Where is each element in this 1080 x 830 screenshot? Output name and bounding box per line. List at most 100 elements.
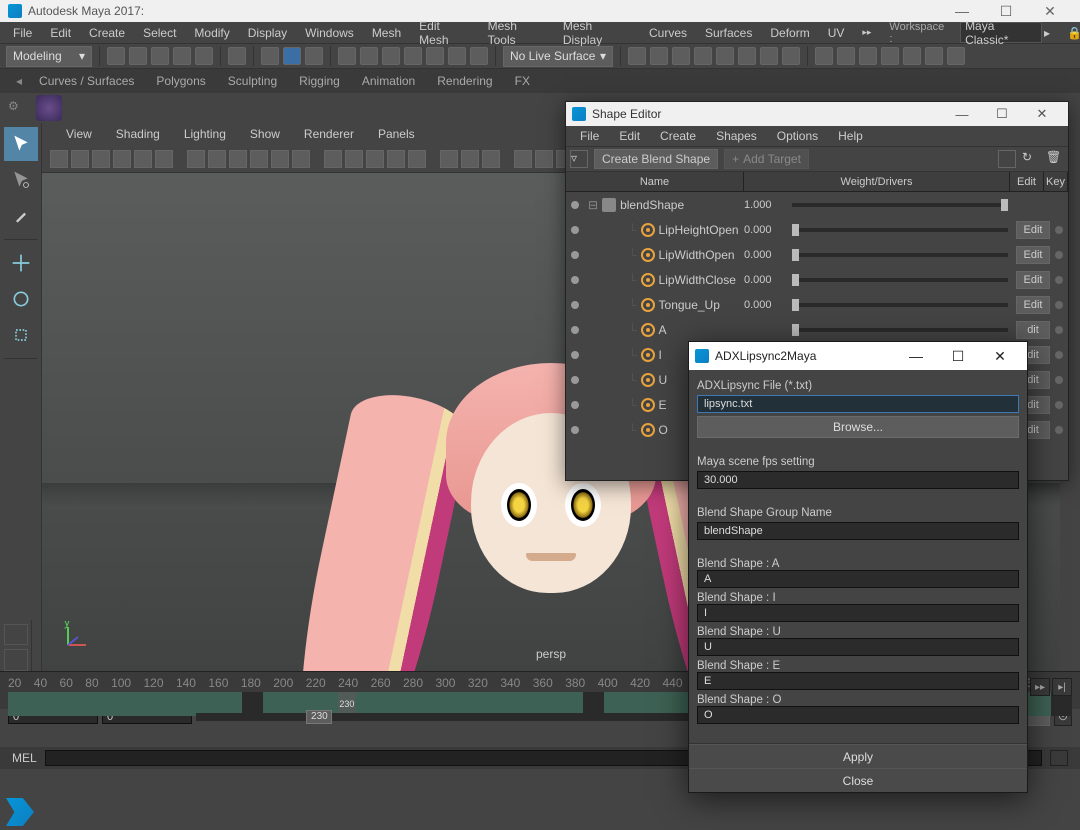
target-edit-button[interactable]: Edit — [1016, 296, 1050, 314]
shelf-tab-animation[interactable]: Animation — [351, 69, 426, 93]
key-icon[interactable] — [1055, 376, 1063, 384]
menu-mesh-tools[interactable]: Mesh Tools — [479, 22, 554, 43]
header-name[interactable]: Name — [566, 172, 744, 191]
blend-shape-root-row[interactable]: ⊟blendShape 1.000 — [566, 192, 1068, 217]
snap-live-button[interactable] — [448, 47, 466, 65]
se-menu-options[interactable]: Options — [767, 129, 828, 143]
adx-group-input[interactable]: blendShape — [697, 522, 1019, 540]
lock-icon[interactable]: 🔒 — [1058, 26, 1076, 40]
render-settings-button[interactable] — [694, 47, 712, 65]
vp-safe-action-button[interactable] — [292, 150, 310, 168]
hypershade-button[interactable] — [716, 47, 734, 65]
vp-grease-button[interactable] — [155, 150, 173, 168]
ipr-button[interactable] — [672, 47, 690, 65]
script-editor-button[interactable] — [1050, 750, 1068, 766]
render-layer-button[interactable] — [738, 47, 756, 65]
root-slider[interactable] — [792, 203, 1008, 207]
vp-smooth-shade-button[interactable] — [345, 150, 363, 168]
adx-file-input[interactable]: lipsync.txt — [697, 395, 1019, 413]
key-icon[interactable] — [1055, 426, 1063, 434]
se-delete-button[interactable]: 🗑 — [1046, 150, 1064, 168]
menu-deform[interactable]: Deform — [761, 22, 818, 43]
menu-edit[interactable]: Edit — [41, 22, 80, 43]
target-edit-button[interactable]: Edit — [1016, 221, 1050, 239]
vp-menu-panels[interactable]: Panels — [366, 127, 427, 141]
vp-wireframe-button[interactable] — [324, 150, 342, 168]
scale-tool[interactable] — [4, 318, 38, 352]
vp-select-camera-button[interactable] — [50, 150, 68, 168]
vp-xray-joints-button[interactable] — [482, 150, 500, 168]
target-slider[interactable] — [792, 253, 1008, 257]
menu-uv[interactable]: UV — [819, 22, 854, 43]
outliner-button[interactable] — [815, 47, 833, 65]
go-end-button[interactable]: ▸| — [1052, 678, 1072, 696]
content-browser-button[interactable] — [859, 47, 877, 65]
vp-menu-lighting[interactable]: Lighting — [172, 127, 238, 141]
adx-shape-input[interactable]: O — [697, 706, 1019, 724]
new-scene-button[interactable] — [107, 47, 125, 65]
move-tool[interactable] — [4, 246, 38, 280]
key-icon[interactable] — [1055, 226, 1063, 234]
select-edge-button[interactable] — [283, 47, 301, 65]
target-row[interactable]: └LipWidthClose 0.000 Edit — [566, 267, 1068, 292]
adx-apply-button[interactable]: Apply — [689, 744, 1027, 768]
attribute-editor-button[interactable] — [903, 47, 921, 65]
shelf-tab-sculpting[interactable]: Sculpting — [217, 69, 288, 93]
vp-textured-button[interactable] — [366, 150, 384, 168]
vp-grid-button[interactable] — [187, 150, 205, 168]
menu-file[interactable]: File — [4, 22, 41, 43]
target-value[interactable]: 0.000 — [744, 299, 792, 311]
menu-select[interactable]: Select — [134, 22, 185, 43]
shape-editor-titlebar[interactable]: Shape Editor — ☐ ✕ — [566, 102, 1068, 126]
key-icon[interactable] — [1055, 401, 1063, 409]
vp-menu-view[interactable]: View — [54, 127, 104, 141]
snap-view-button[interactable] — [426, 47, 444, 65]
vp-ao-button[interactable] — [514, 150, 532, 168]
menu-mesh[interactable]: Mesh — [363, 22, 410, 43]
se-refresh-button[interactable]: ↻ — [1022, 150, 1040, 168]
menu-create[interactable]: Create — [80, 22, 134, 43]
light-editor-button[interactable] — [760, 47, 778, 65]
maya-home-icon[interactable] — [6, 798, 34, 826]
tool-settings-button[interactable] — [925, 47, 943, 65]
vp-film-gate-button[interactable] — [208, 150, 226, 168]
layout-four-button[interactable] — [4, 649, 28, 670]
vp-isolate-button[interactable] — [440, 150, 458, 168]
snap-point-button[interactable] — [382, 47, 400, 65]
target-edit-button[interactable]: dit — [1016, 321, 1050, 339]
mode-selector[interactable]: Modeling▾ — [6, 46, 92, 67]
snap-grid-button[interactable] — [338, 47, 356, 65]
se-new-group-button[interactable] — [998, 150, 1016, 168]
render-view-button[interactable] — [628, 47, 646, 65]
se-close-button[interactable]: ✕ — [1022, 106, 1062, 122]
snap-interactive-button[interactable] — [470, 47, 488, 65]
render-frame-button[interactable] — [650, 47, 668, 65]
redo-button[interactable] — [195, 47, 213, 65]
shelf-item-icon[interactable] — [36, 95, 62, 121]
menu-surfaces[interactable]: Surfaces — [696, 22, 761, 43]
header-edit[interactable]: Edit — [1010, 172, 1044, 191]
target-edit-button[interactable]: Edit — [1016, 271, 1050, 289]
vp-menu-shading[interactable]: Shading — [104, 127, 172, 141]
target-slider[interactable] — [792, 303, 1008, 307]
key-icon[interactable] — [1055, 301, 1063, 309]
adx-maximize-button[interactable]: ☐ — [937, 342, 979, 370]
shelf-tab-curves-surfaces[interactable]: Curves / Surfaces — [28, 69, 145, 93]
menu-curves[interactable]: Curves — [640, 22, 696, 43]
live-surface-selector[interactable]: No Live Surface▾ — [503, 46, 613, 67]
menu-edit-mesh[interactable]: Edit Mesh — [410, 22, 478, 43]
se-minimize-button[interactable]: — — [942, 107, 982, 122]
adx-browse-button[interactable]: Browse... — [697, 416, 1019, 438]
vp-gate-mask-button[interactable] — [250, 150, 268, 168]
select-tool[interactable] — [4, 127, 38, 161]
key-icon[interactable] — [1055, 251, 1063, 259]
vp-camera-attr-button[interactable] — [71, 150, 89, 168]
vp-motion-blur-button[interactable] — [535, 150, 553, 168]
shelf-tab-rigging[interactable]: Rigging — [288, 69, 351, 93]
header-key[interactable]: Key — [1044, 172, 1068, 191]
menu-modify[interactable]: Modify — [185, 22, 238, 43]
vp-field-chart-button[interactable] — [271, 150, 289, 168]
menu-windows[interactable]: Windows — [296, 22, 363, 43]
se-menu-edit[interactable]: Edit — [609, 129, 650, 143]
vp-image-plane-button[interactable] — [113, 150, 131, 168]
